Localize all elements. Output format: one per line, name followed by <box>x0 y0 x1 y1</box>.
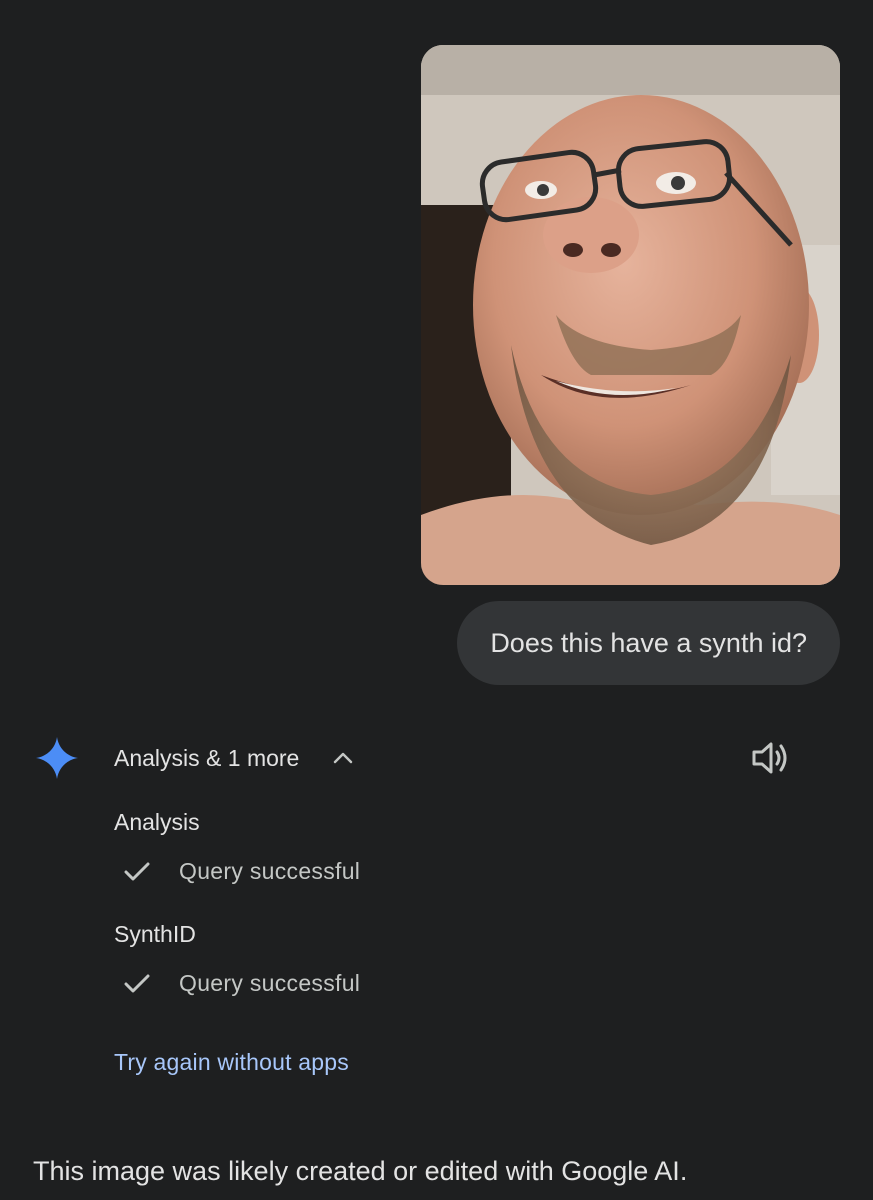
user-message-bubble: Does this have a synth id? <box>457 601 840 685</box>
tool-status-text: Query successful <box>179 969 361 996</box>
assistant-response-text: This image was likely created or edited … <box>33 1156 688 1186</box>
tool-status-analysis: Query successful <box>122 856 360 886</box>
tool-title-synthid: SynthID <box>114 921 196 947</box>
check-icon <box>124 974 150 993</box>
user-message-text: Does this have a synth id? <box>490 627 807 658</box>
tool-title-analysis: Analysis <box>114 809 200 835</box>
tool-status-synthid: Query successful <box>122 968 360 998</box>
check-icon <box>124 862 150 881</box>
chevron-up-icon <box>334 752 353 764</box>
try-again-without-apps-link[interactable]: Try again without apps <box>114 1049 349 1076</box>
tool-status-text: Query successful <box>179 857 361 884</box>
attached-photo[interactable] <box>421 45 840 585</box>
speaker-icon[interactable] <box>750 738 792 778</box>
gemini-sparkle-icon <box>36 737 78 779</box>
tools-summary-toggle[interactable]: Analysis & 1 more <box>114 738 355 778</box>
tools-summary-label: Analysis & 1 more <box>114 744 300 771</box>
face-photo-illustration <box>421 45 840 585</box>
